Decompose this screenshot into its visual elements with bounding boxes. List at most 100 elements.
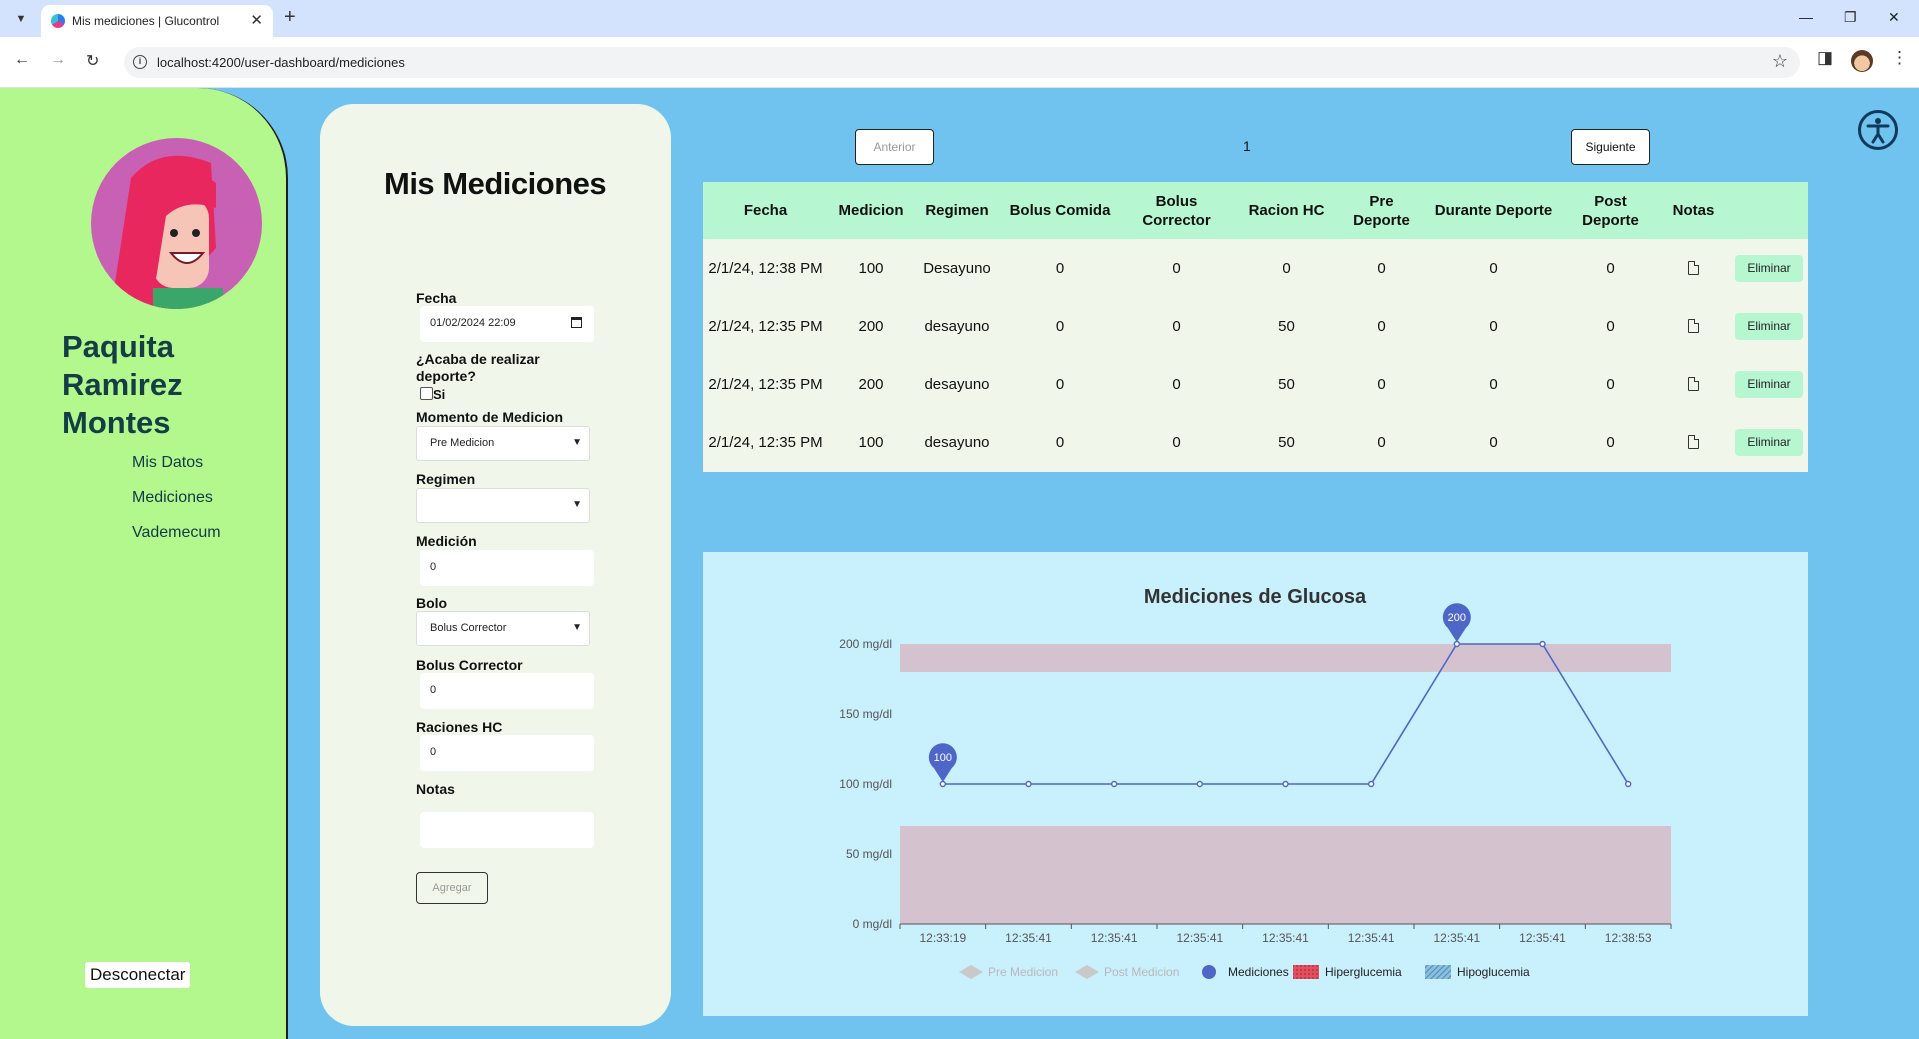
chevron-down-icon: ▼ — [572, 499, 582, 510]
cell-bolus-corrector: 0 — [1172, 433, 1181, 451]
legend-item-label: Hipoglucemia — [1457, 965, 1530, 979]
raciones-input[interactable]: 0 — [420, 735, 594, 771]
file-icon[interactable] — [1688, 377, 1699, 391]
reload-icon[interactable]: ↻ — [86, 51, 99, 71]
data-point — [1624, 780, 1632, 788]
delete-button[interactable]: Eliminar — [1735, 254, 1803, 282]
fecha-input[interactable]: 01/02/2024 22:09 — [420, 306, 594, 342]
sidebar-item-mis-datos[interactable]: Mis Datos — [132, 454, 203, 472]
site-info-icon[interactable]: i — [133, 55, 147, 69]
x-tick-label: 12:38:53 — [1605, 931, 1652, 945]
sidebar-item-mediciones[interactable]: Mediciones — [132, 489, 213, 507]
restore-icon[interactable]: ❐ — [1844, 9, 1857, 26]
delete-button[interactable]: Eliminar — [1735, 312, 1803, 340]
tab-search-icon[interactable]: ▼ — [10, 8, 32, 30]
cell-fecha: 2/1/24, 12:35 PM — [708, 317, 823, 335]
side-panel-icon[interactable]: ◨ — [1817, 48, 1833, 68]
chevron-down-icon: ▼ — [572, 622, 582, 633]
logout-button[interactable]: Desconectar — [85, 962, 191, 988]
legend-item-label: Hiperglucemia — [1325, 965, 1402, 979]
data-point — [1110, 780, 1118, 788]
x-tick-label: 12:35:41 — [1433, 931, 1480, 945]
medicion-label: Medición — [416, 533, 477, 549]
glucose-chart: Mediciones de Glucosa 0 mg/dl 50 mg/dl 100… — [839, 586, 1672, 979]
sidebar-item-vademecum[interactable]: Vademecum — [132, 524, 221, 542]
bolus-corrector-input[interactable]: 0 — [420, 673, 594, 709]
bookmark-star-icon[interactable]: ☆ — [1772, 51, 1788, 72]
next-page-button[interactable]: Siguiente — [1571, 129, 1650, 165]
add-button[interactable]: Agregar — [416, 872, 488, 904]
col-fecha: Fecha — [743, 202, 788, 219]
col-notas: Notas — [1672, 202, 1715, 219]
data-point — [1025, 780, 1032, 788]
medicion-input[interactable]: 0 — [420, 550, 594, 586]
cell-post: 0 — [1606, 259, 1615, 277]
momento-select[interactable]: Pre Medicion ▼ — [416, 426, 590, 461]
back-icon[interactable]: ← — [14, 51, 30, 69]
forward-icon[interactable]: → — [50, 51, 66, 69]
cell-fecha: 2/1/24, 12:35 PM — [708, 375, 823, 393]
cell-durante: 0 — [1489, 317, 1498, 335]
fecha-label: Fecha — [416, 290, 457, 306]
legend-diamond-icon — [1075, 965, 1099, 979]
favicon-icon — [51, 14, 65, 28]
cell-racion-hc: 50 — [1278, 375, 1295, 393]
x-tick-label: 12:35:41 — [1176, 931, 1223, 945]
band-hiperglucemia — [900, 644, 1671, 672]
cell-bolus-corrector: 0 — [1172, 375, 1181, 393]
cell-bolus-comida: 0 — [1055, 317, 1065, 335]
cell-regimen: Desayuno — [923, 259, 991, 277]
col-medicion: Medicion — [838, 202, 904, 219]
notas-input[interactable] — [420, 812, 594, 848]
user-avatar — [91, 138, 262, 309]
col-actions — [1730, 182, 1808, 239]
close-tab-icon[interactable]: ✕ — [250, 11, 263, 29]
cell-medicion: 200 — [858, 375, 884, 393]
omnibox[interactable]: i localhost:4200/user-dashboard/medicion… — [124, 47, 1800, 78]
regimen-select[interactable]: ▼ — [416, 488, 590, 523]
cell-bolus-corrector: 0 — [1172, 259, 1181, 277]
data-point — [1453, 640, 1461, 648]
bolo-value: Bolus Corrector — [430, 622, 507, 634]
x-tick-label: 12:35:41 — [1348, 931, 1395, 945]
x-tick-label: 12:35:41 — [1005, 931, 1052, 945]
band-hipoglucemia — [900, 826, 1671, 924]
marker-label: 200 — [1448, 612, 1466, 624]
browser-tab[interactable]: Mis mediciones | Glucontrol ✕ — [41, 5, 273, 37]
calendar-icon[interactable] — [571, 317, 582, 328]
accessibility-icon[interactable] — [1858, 110, 1898, 150]
cell-racion-hc: 50 — [1278, 317, 1295, 335]
col-pre-deporte: Pre Deporte — [1353, 192, 1410, 229]
momento-label: Momento de Medicion — [416, 409, 563, 425]
sport-checkbox[interactable] — [420, 387, 433, 400]
profile-avatar-icon[interactable] — [1851, 50, 1873, 72]
minimize-icon[interactable]: — — [1799, 9, 1813, 25]
file-x-icon[interactable] — [1688, 261, 1699, 275]
bolo-select[interactable]: Bolus Corrector ▼ — [416, 611, 590, 646]
y-tick-label: 50 mg/dl — [846, 847, 892, 861]
window-close-icon[interactable]: ✕ — [1888, 9, 1900, 26]
new-tab-icon[interactable]: + — [284, 6, 296, 29]
cell-fecha: 2/1/24, 12:35 PM — [708, 433, 823, 451]
delete-button[interactable]: Eliminar — [1735, 370, 1803, 398]
file-icon[interactable] — [1688, 435, 1699, 449]
delete-button[interactable]: Eliminar — [1735, 428, 1803, 456]
bolus-corrector-label: Bolus Corrector — [416, 657, 523, 673]
file-icon[interactable] — [1688, 319, 1699, 333]
regimen-label: Regimen — [416, 471, 476, 487]
legend-item-label: Mediciones — [1228, 965, 1289, 979]
url-text[interactable]: localhost:4200/user-dashboard/mediciones — [157, 55, 405, 70]
cell-racion-hc: 50 — [1278, 433, 1295, 451]
col-post-deporte: Post Deporte — [1582, 192, 1639, 229]
menu-kebab-icon[interactable]: ⋮ — [1891, 48, 1908, 68]
x-tick-label: 12:35:41 — [1091, 931, 1138, 945]
y-tick-label: 0 mg/dl — [853, 917, 892, 931]
cell-actions: Eliminar — [1730, 355, 1808, 413]
cell-post: 0 — [1606, 375, 1615, 393]
chevron-down-icon: ▼ — [572, 437, 582, 448]
prev-page-button[interactable]: Anterior — [855, 129, 934, 165]
cell-notas — [1657, 413, 1730, 471]
fecha-value: 01/02/2024 22:09 — [430, 317, 516, 329]
tab-title: Mis mediciones | Glucontrol — [72, 14, 220, 28]
user-name: Paquita Ramirez Montes — [62, 329, 183, 440]
